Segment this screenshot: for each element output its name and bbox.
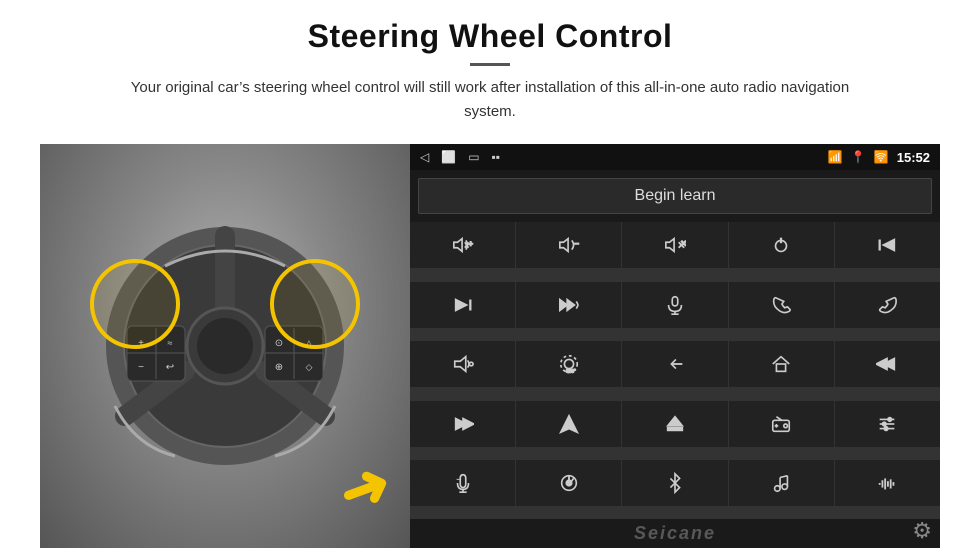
status-bar: ◁ ⬜ ▭ ▪▪ 📶 📍 🛜 15:52 — [410, 144, 940, 170]
signal-icon: ▪▪ — [492, 150, 501, 164]
svg-text:−: − — [574, 239, 578, 248]
gear-icon[interactable]: ⚙ — [912, 518, 932, 544]
subtitle-text: Your original car’s steering wheel contr… — [110, 76, 870, 124]
svg-text:≈: ≈ — [168, 338, 173, 348]
title-divider — [470, 63, 510, 66]
horn-button[interactable] — [410, 341, 515, 387]
mute-button[interactable]: ✕ — [622, 222, 727, 268]
soundwave-button[interactable] — [835, 460, 940, 506]
svg-text:⊙: ⊙ — [275, 338, 283, 349]
svg-text:⊕: ⊕ — [275, 362, 283, 373]
watermark-row: Seicane ⚙ — [410, 519, 940, 548]
camera360-button[interactable]: 360° — [516, 341, 621, 387]
phone-signal-icon: 📶 — [828, 150, 843, 164]
power-button[interactable] — [729, 222, 834, 268]
prev-track-button[interactable] — [835, 222, 940, 268]
android-unit: ◁ ⬜ ▭ ▪▪ 📶 📍 🛜 15:52 Begin learn — [410, 144, 940, 548]
location-icon: 📍 — [851, 150, 866, 164]
radio-button[interactable] — [729, 401, 834, 447]
ff-skip-button[interactable] — [516, 282, 621, 328]
svg-text:+: + — [468, 239, 472, 248]
page-title: Steering Wheel Control — [40, 18, 940, 55]
mic2-button[interactable] — [410, 460, 515, 506]
wifi-icon: 🛜 — [874, 150, 889, 164]
mic-button[interactable] — [622, 282, 727, 328]
svg-text:360°: 360° — [566, 368, 576, 373]
begin-learn-button[interactable]: Begin learn — [418, 178, 932, 214]
dial-button[interactable] — [516, 460, 621, 506]
back-arrow-icon: ◁ — [420, 150, 429, 164]
highlight-circle-left — [90, 259, 180, 349]
next-track-button[interactable] — [410, 282, 515, 328]
highlight-circle-right — [270, 259, 360, 349]
svg-text:◇: ◇ — [306, 362, 313, 372]
window-icon: ▭ — [468, 150, 479, 164]
bluetooth-button[interactable] — [622, 460, 727, 506]
equalizer-button[interactable] — [835, 401, 940, 447]
controls-grid: + − ✕ — [410, 222, 940, 519]
svg-text:↩: ↩ — [166, 362, 174, 373]
home-button[interactable] — [729, 341, 834, 387]
eject-button[interactable] — [622, 401, 727, 447]
vol-down-button[interactable]: − — [516, 222, 621, 268]
back-button[interactable] — [622, 341, 727, 387]
phone-hang-up-button[interactable] — [835, 282, 940, 328]
vol-up-button[interactable]: + — [410, 222, 515, 268]
svg-text:−: − — [138, 362, 144, 373]
fast-fwd-button[interactable] — [410, 401, 515, 447]
music-button[interactable] — [729, 460, 834, 506]
skip-back-button[interactable] — [835, 341, 940, 387]
car-image: + ≈ − ↩ ⊙ △ ⊕ ◇ ➜ — [40, 144, 410, 548]
clock-display: 15:52 — [897, 150, 930, 165]
phone-answer-button[interactable] — [729, 282, 834, 328]
svg-text:✕: ✕ — [680, 239, 686, 248]
navigate-button[interactable] — [516, 401, 621, 447]
begin-learn-row: Begin learn — [410, 170, 940, 222]
home-icon: ⬜ — [441, 150, 456, 164]
watermark-text: Seicane — [634, 523, 716, 543]
